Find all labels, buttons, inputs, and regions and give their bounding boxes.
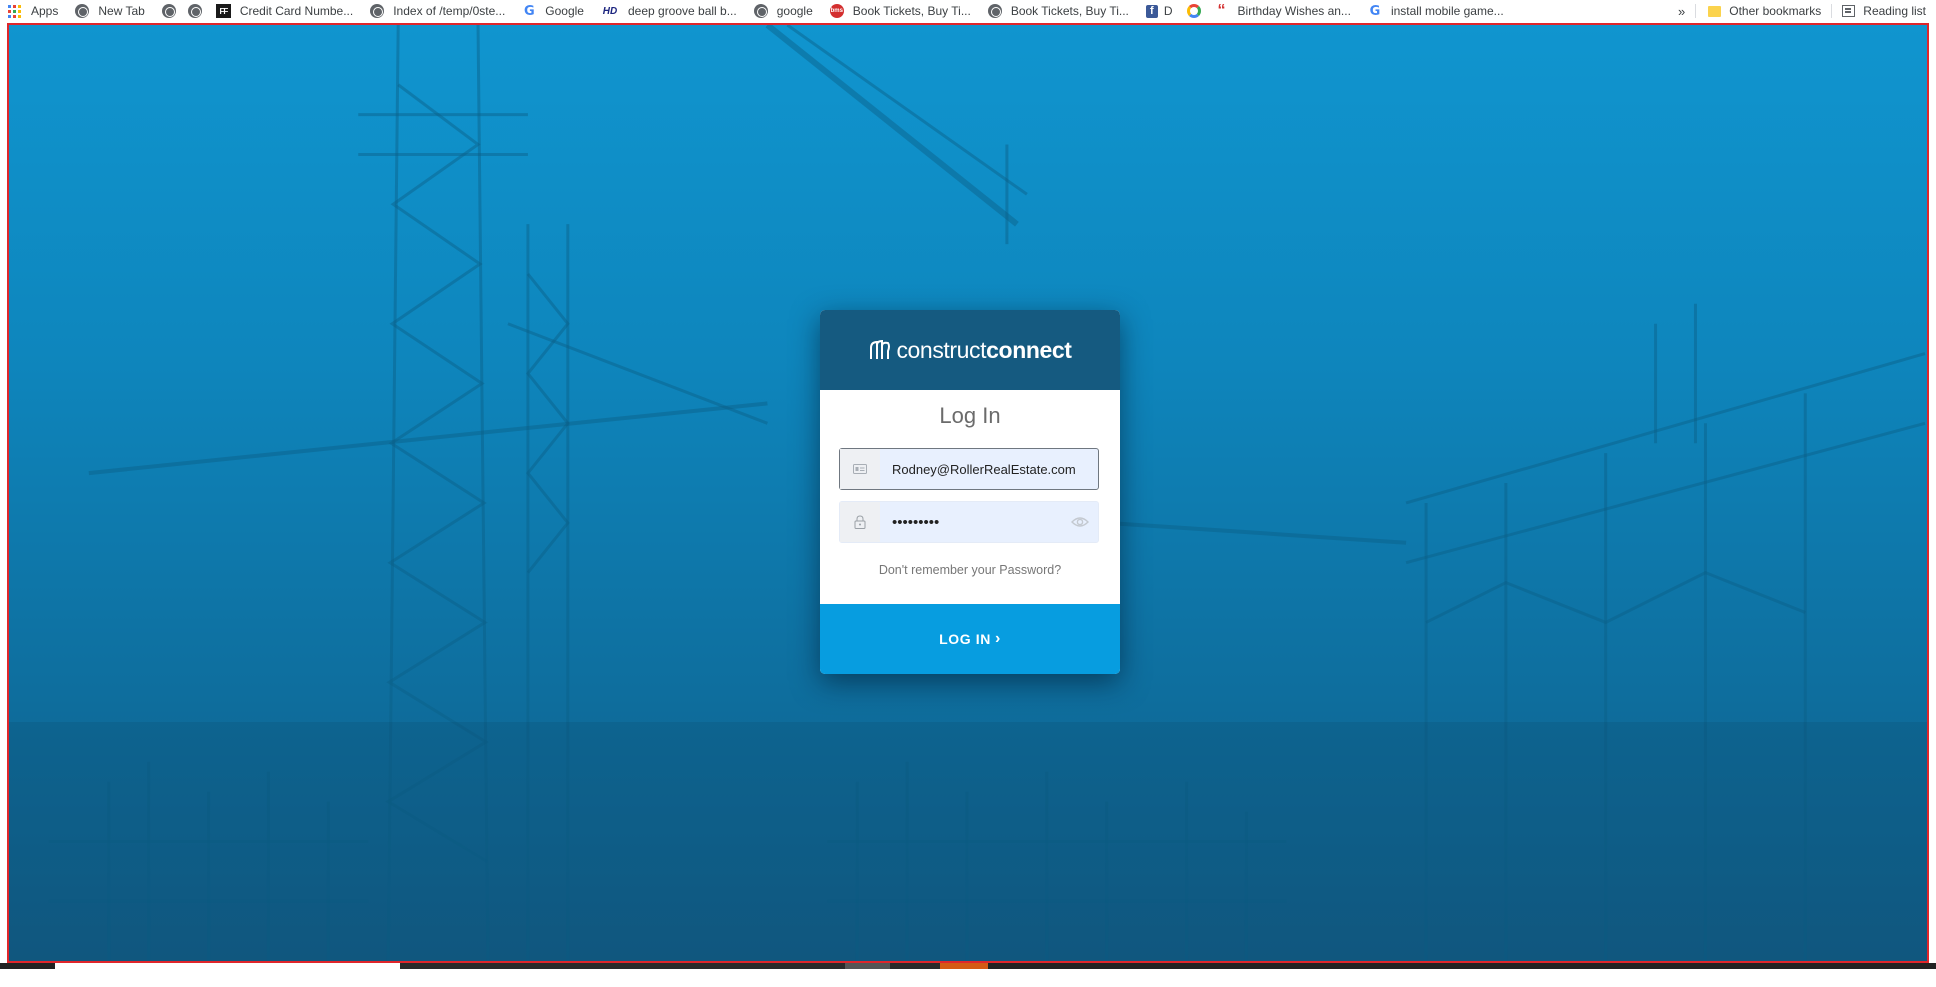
bookmark-label: Book Tickets, Buy Ti...: [852, 4, 971, 18]
email-field: [839, 448, 1099, 490]
bookmark-install-mobile[interactable]: G install mobile game...: [1360, 0, 1513, 22]
login-button-label: LOG IN: [939, 631, 991, 647]
facebook-icon: f: [1145, 4, 1158, 18]
email-input[interactable]: [880, 449, 1098, 489]
ring-icon: [1186, 4, 1201, 18]
apps-grid-icon: [8, 4, 21, 18]
globe-icon: [370, 4, 385, 18]
bookmyshow-icon: bms: [829, 4, 844, 18]
hd-icon: HD: [602, 5, 618, 17]
reading-list-icon: [1842, 5, 1856, 17]
bookmark-new-tab[interactable]: New Tab: [67, 0, 153, 22]
brand-bold: connect: [986, 336, 1072, 363]
bookmark-label: install mobile game...: [1390, 4, 1504, 18]
card-body: Log In Don't remember your Password?: [820, 390, 1120, 604]
globe-icon: [753, 4, 768, 18]
bookmarks-bar: Apps New Tab FF Credit Card Numbe... Ind…: [0, 0, 1936, 22]
taskbar-segment: [400, 963, 845, 969]
bookmark-facebook-d[interactable]: f D: [1138, 0, 1179, 22]
bookmark-label: Apps: [31, 4, 59, 18]
google-icon: G: [523, 3, 535, 19]
brand-logo-text: constructconnect: [896, 336, 1072, 364]
lock-icon: [840, 502, 880, 542]
bookmark-google-lower[interactable]: google: [746, 0, 822, 22]
bookmarks-right-group: » Other bookmarks Reading list: [1668, 0, 1936, 22]
bookmark-apps[interactable]: Apps: [0, 0, 67, 22]
login-card: constructconnect Log In Don't remember y…: [820, 310, 1120, 674]
bookmark-label: Credit Card Numbe...: [239, 4, 354, 18]
bookmark-label: Index of /temp/0ste...: [393, 4, 506, 18]
taskbar-segment: [890, 963, 940, 969]
google-icon: G: [1369, 3, 1381, 19]
globe-icon: [161, 4, 176, 18]
password-field: [839, 501, 1099, 543]
bookmark-credit-card[interactable]: FF Credit Card Numbe...: [208, 0, 362, 22]
taskbar-segment: [940, 963, 988, 969]
bookmark-label: Birthday Wishes an...: [1237, 4, 1351, 18]
bookmark-book-tickets-2[interactable]: Book Tickets, Buy Ti...: [980, 0, 1138, 22]
globe-icon: [75, 4, 90, 18]
bookmark-label: Google: [545, 4, 584, 18]
bookmark-globe-1[interactable]: [154, 0, 180, 22]
bookmark-index-temp[interactable]: Index of /temp/0ste...: [362, 0, 514, 22]
brand-light: construct: [896, 336, 987, 363]
reading-list-label: Reading list: [1863, 4, 1926, 18]
bookmark-label: deep groove ball b...: [627, 4, 737, 18]
reading-list-button[interactable]: Reading list: [1832, 0, 1936, 22]
globe-icon: [987, 4, 1002, 18]
bookmark-deep-groove[interactable]: HD deep groove ball b...: [593, 0, 746, 22]
taskbar-segment: [988, 963, 1936, 969]
taskbar-strip: [0, 963, 1936, 987]
bookmark-birthday-wishes[interactable]: “ Birthday Wishes an...: [1207, 0, 1360, 22]
forgot-password-link[interactable]: Don't remember your Password?: [820, 563, 1120, 577]
password-input[interactable]: [880, 502, 1062, 542]
bookmark-globe-2[interactable]: [180, 0, 208, 22]
bookmark-book-tickets-1[interactable]: bms Book Tickets, Buy Ti...: [822, 0, 980, 22]
taskbar-segment: [845, 963, 890, 969]
bookmark-google[interactable]: G Google: [514, 0, 593, 22]
show-password-eye-icon[interactable]: [1062, 502, 1098, 542]
globe-icon: [187, 4, 202, 18]
card-header: constructconnect: [820, 310, 1120, 390]
other-bookmarks-button[interactable]: Other bookmarks: [1696, 0, 1831, 22]
ff-icon: FF: [215, 4, 231, 18]
bookmark-label: D: [1163, 4, 1173, 18]
more-bookmarks-button[interactable]: »: [1668, 4, 1695, 19]
bookmark-label: Book Tickets, Buy Ti...: [1010, 4, 1129, 18]
chevron-right-icon: ›: [994, 630, 1001, 647]
other-bookmarks-label: Other bookmarks: [1729, 4, 1822, 18]
folder-icon: [1708, 5, 1722, 17]
login-button[interactable]: LOG IN ›: [820, 604, 1120, 674]
id-card-icon: [840, 449, 880, 489]
login-title: Log In: [939, 403, 1001, 428]
bookmark-label: New Tab: [98, 4, 145, 18]
taskbar-segment: [0, 963, 55, 969]
login-page: constructconnect Log In Don't remember y…: [7, 23, 1929, 963]
constructconnect-logo-icon: [870, 339, 891, 359]
quote-icon: “: [1217, 2, 1226, 19]
bookmark-ring[interactable]: [1179, 0, 1207, 22]
bookmark-label: google: [776, 4, 813, 18]
